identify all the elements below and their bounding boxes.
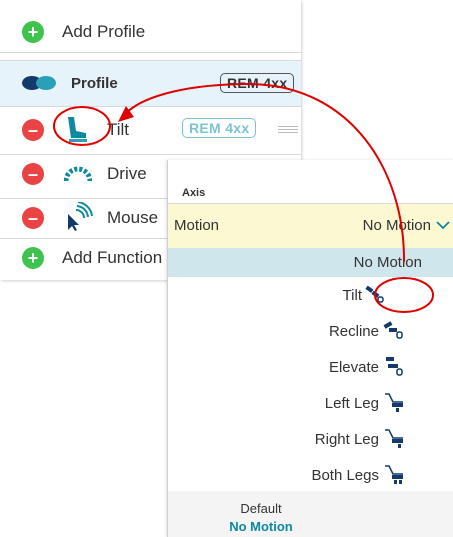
annotation-overlay: [53, 82, 434, 313]
annotation-circle-tilt-icon: [53, 106, 111, 146]
annotation-arrow: [125, 82, 406, 263]
annotation-circle-tilt-option: [374, 277, 434, 313]
